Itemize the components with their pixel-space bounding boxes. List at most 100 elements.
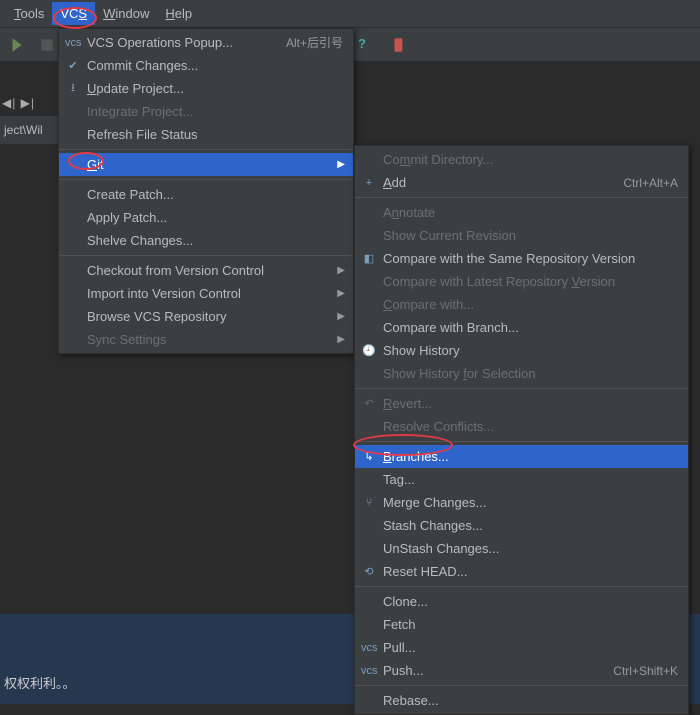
chevron-right-icon: ▶ — [337, 334, 345, 345]
item-branches[interactable]: ↳ Branches... — [355, 445, 688, 468]
chevron-right-icon: ▶ — [337, 265, 345, 276]
chevron-right-icon: ▶ — [337, 288, 345, 299]
menubar: Tools VCS Window Help — [0, 0, 700, 28]
label: Show History for Selection — [383, 366, 535, 381]
item-pull[interactable]: vcs Pull... — [355, 636, 688, 659]
item-cmp-with: Compare with... — [355, 293, 688, 316]
label: Sync Settings — [87, 332, 167, 347]
item-show-history-sel: Show History for Selection — [355, 362, 688, 385]
item-stash[interactable]: Stash Changes... — [355, 514, 688, 537]
menu-tools[interactable]: Tools — [6, 2, 52, 25]
label: Tools — [14, 6, 44, 21]
item-rebase[interactable]: Rebase... — [355, 689, 688, 712]
label: Annotate — [383, 205, 435, 220]
item-apply-patch[interactable]: Apply Patch... — [59, 206, 353, 229]
item-cmp-branch[interactable]: Compare with Branch... — [355, 316, 688, 339]
branch-icon: ↳ — [361, 450, 377, 463]
label: Window — [103, 6, 149, 21]
item-reset[interactable]: ⟲ Reset HEAD... — [355, 560, 688, 583]
push-icon: vcs — [361, 665, 377, 677]
item-show-history[interactable]: 🕘 Show History — [355, 339, 688, 362]
label: Commit Directory... — [383, 152, 493, 167]
label: Branches... — [383, 449, 449, 464]
update-icon: ⭳ — [65, 79, 81, 98]
item-refresh[interactable]: Refresh File Status — [59, 123, 353, 146]
separator — [59, 255, 353, 256]
separator — [59, 179, 353, 180]
label: Show History — [383, 343, 460, 358]
item-update[interactable]: ⭳ Update Project... — [59, 77, 353, 100]
vcs-icon: vcs — [65, 37, 81, 49]
item-merge[interactable]: ⑂ Merge Changes... — [355, 491, 688, 514]
label: Clone... — [383, 594, 428, 609]
label: UnStash Changes... — [383, 541, 499, 556]
label: Refresh File Status — [87, 127, 198, 142]
label: Merge Changes... — [383, 495, 486, 510]
separator — [355, 586, 688, 587]
help-icon[interactable]: ? — [358, 36, 376, 54]
item-resolve: Resolve Conflicts... — [355, 415, 688, 438]
item-unstash[interactable]: UnStash Changes... — [355, 537, 688, 560]
device-icon[interactable] — [390, 36, 408, 54]
label: Show Current Revision — [383, 228, 516, 243]
item-add[interactable]: + Add Ctrl+Alt+A — [355, 171, 688, 194]
label: Commit Changes... — [87, 58, 198, 73]
item-commit-dir: Commit Directory... — [355, 148, 688, 171]
revert-icon: ↶ — [361, 397, 377, 410]
label: VCS — [60, 6, 87, 21]
debug-icon[interactable] — [8, 36, 26, 54]
item-git[interactable]: Git ▶ — [59, 153, 353, 176]
separator — [355, 685, 688, 686]
status-text: 权权利利。。 — [4, 673, 76, 692]
item-checkout[interactable]: Checkout from Version Control ▶ — [59, 259, 353, 282]
item-push[interactable]: vcs Push... Ctrl+Shift+K — [355, 659, 688, 682]
pull-icon: vcs — [361, 642, 377, 654]
reset-icon: ⟲ — [361, 565, 377, 578]
label: VCS Operations Popup... — [87, 35, 233, 50]
item-import[interactable]: Import into Version Control ▶ — [59, 282, 353, 305]
separator — [355, 388, 688, 389]
label: Compare with Branch... — [383, 320, 519, 335]
item-vcs-ops[interactable]: vcs VCS Operations Popup... Alt+后引号 — [59, 31, 353, 54]
label: Help — [165, 6, 192, 21]
item-cmp-same[interactable]: ◧ Compare with the Same Repository Versi… — [355, 247, 688, 270]
item-annotate: Annotate — [355, 201, 688, 224]
label: Apply Patch... — [87, 210, 167, 225]
label: Checkout from Version Control — [87, 263, 264, 278]
label: Compare with the Same Repository Version — [383, 251, 635, 266]
vcs-menu: vcs VCS Operations Popup... Alt+后引号 ✔ Co… — [58, 28, 354, 354]
item-commit[interactable]: ✔ Commit Changes... — [59, 54, 353, 77]
tool-window-strip[interactable]: ◀| ▶| — [2, 96, 35, 110]
item-integrate: Integrate Project... — [59, 100, 353, 123]
shortcut: Ctrl+Alt+A — [623, 176, 678, 190]
breadcrumb[interactable]: ject\Wil — [0, 116, 60, 144]
item-browse[interactable]: Browse VCS Repository ▶ — [59, 305, 353, 328]
label: Update Project... — [87, 81, 184, 96]
shortcut: Alt+后引号 — [286, 34, 343, 51]
label: Fetch — [383, 617, 416, 632]
item-show-rev: Show Current Revision — [355, 224, 688, 247]
menu-help[interactable]: Help — [157, 2, 200, 25]
label: Browse VCS Repository — [87, 309, 226, 324]
stop-icon[interactable] — [38, 36, 56, 54]
item-clone[interactable]: Clone... — [355, 590, 688, 613]
label: Tag... — [383, 472, 415, 487]
item-revert: ↶ Revert... — [355, 392, 688, 415]
label: Add — [383, 175, 406, 190]
commit-icon: ✔ — [65, 59, 81, 72]
label: Stash Changes... — [383, 518, 483, 533]
separator — [59, 149, 353, 150]
menu-vcs[interactable]: VCS — [52, 2, 95, 25]
item-tag[interactable]: Tag... — [355, 468, 688, 491]
label: Import into Version Control — [87, 286, 241, 301]
label: Integrate Project... — [87, 104, 193, 119]
item-cmp-latest: Compare with Latest Repository Version — [355, 270, 688, 293]
diff-icon: ◧ — [361, 252, 377, 265]
menu-window[interactable]: Window — [95, 2, 157, 25]
item-fetch[interactable]: Fetch — [355, 613, 688, 636]
breadcrumb-label: ject\Wil — [4, 123, 43, 137]
item-create-patch[interactable]: Create Patch... — [59, 183, 353, 206]
label: Shelve Changes... — [87, 233, 193, 248]
shortcut: Ctrl+Shift+K — [613, 664, 678, 678]
item-shelve[interactable]: Shelve Changes... — [59, 229, 353, 252]
